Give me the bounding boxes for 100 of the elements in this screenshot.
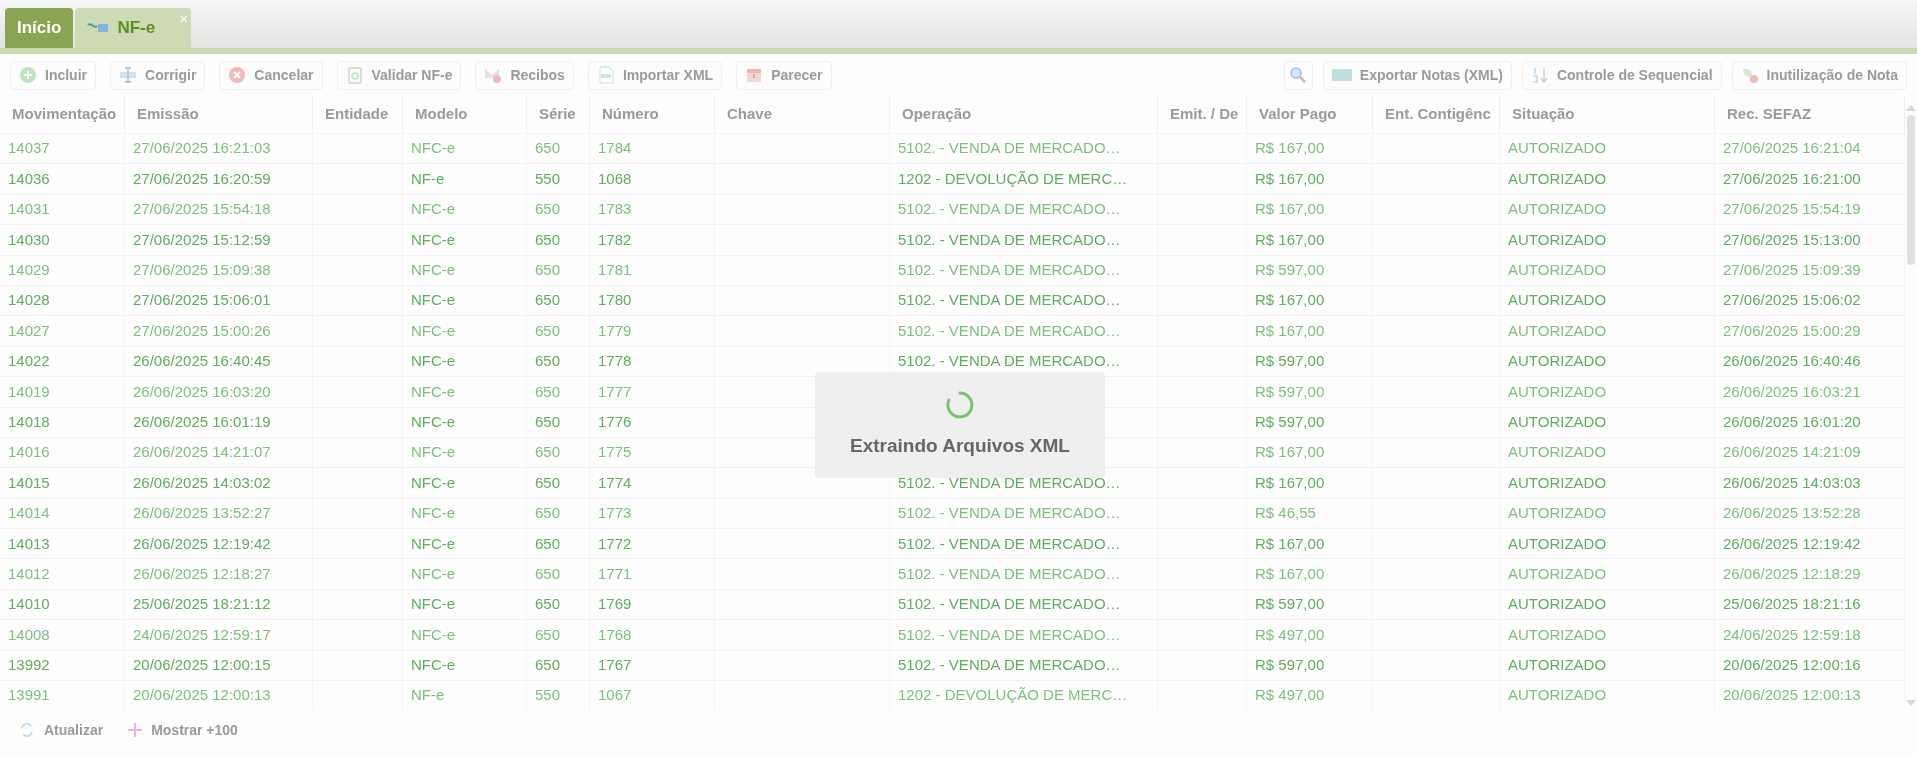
toolbar-button[interactable]: Incluir <box>10 60 96 90</box>
column-header[interactable]: Movimentação <box>0 96 125 133</box>
toolbar-button[interactable]: Cancelar <box>219 60 323 90</box>
table-cell-text: 14019 <box>8 381 50 402</box>
table-cell-text: 27/06/2025 16:21:00 <box>1723 168 1861 189</box>
table-cell-text: AUTORIZADO <box>1508 594 1607 615</box>
column-header[interactable]: Rec. SEFAZ <box>1715 96 1905 133</box>
column-header[interactable]: Valor Pago <box>1247 96 1373 133</box>
column-header[interactable]: Operação <box>890 96 1158 133</box>
close-tab-button[interactable]: × <box>179 8 189 31</box>
table-cell-text: 27/06/2025 16:20:59 <box>133 168 271 189</box>
table-cell-text: 5102. - VENDA DE MERCADO… <box>898 533 1121 554</box>
footer-button[interactable]: Atualizar <box>18 719 104 741</box>
table-cell-text: 1068 <box>598 168 632 189</box>
table-cell-text: NFC-e <box>411 229 456 250</box>
table-cell-text: 1768 <box>598 624 632 645</box>
table-cell-text: 1784 <box>598 138 632 159</box>
toolbar-button[interactable]: Exportar Notas (XML) <box>1322 60 1512 90</box>
column-header[interactable]: Chave <box>715 96 890 133</box>
table-cell-text: 5102. - VENDA DE MERCADO… <box>898 472 1121 493</box>
table-cell-text: 5102. - VENDA DE MERCADO… <box>898 138 1121 159</box>
table-cell-text: 14013 <box>8 533 50 554</box>
table-cell-text: 5102. - VENDA DE MERCADO… <box>898 503 1121 524</box>
table-cell-text: AUTORIZADO <box>1508 290 1607 311</box>
table-cell-text: AUTORIZADO <box>1508 685 1607 706</box>
tab[interactable]: Início <box>5 8 74 48</box>
table-cell-text: 20/06/2025 12:00:13 <box>133 685 271 706</box>
column-header[interactable]: Entidade <box>313 96 403 133</box>
loading-message: Extraindo Arquivos XML <box>850 433 1070 458</box>
table-cell-text: NFC-e <box>411 138 456 159</box>
table-cell-text: 25/06/2025 18:21:16 <box>1723 594 1861 615</box>
table-cell-text: 26/06/2025 16:03:21 <box>1723 381 1861 402</box>
toolbar-button[interactable]: Corrigir <box>110 60 206 90</box>
toolbar-button[interactable]: Parecer <box>736 60 832 90</box>
table-cell-text: 1767 <box>598 655 632 676</box>
table-cell-text: 650 <box>535 503 561 524</box>
footer-button[interactable]: Mostrar +100 <box>127 719 238 741</box>
table-cell-text: NFC-e <box>411 290 456 311</box>
toolbar-button[interactable]: Validar NF-e <box>336 60 462 90</box>
table-cell-text: 14037 <box>8 138 50 159</box>
toolbar-button[interactable]: Importar XML <box>587 60 723 90</box>
table-cell-text: 20/06/2025 12:00:15 <box>133 655 271 676</box>
tab[interactable]: NF-e × <box>75 8 192 48</box>
table-cell-text: 1779 <box>598 320 632 341</box>
table-cell-text: R$ 597,00 <box>1255 351 1325 372</box>
table-cell-text: 650 <box>535 260 561 280</box>
table-cell-text: 14010 <box>8 594 50 615</box>
table-cell-text: 5102. - VENDA DE MERCADO… <box>898 320 1121 341</box>
table-cell-text: 14030 <box>8 229 50 250</box>
toolbar-button[interactable]: Recibos <box>475 60 574 90</box>
column-header[interactable]: Ent. Contigênc <box>1373 96 1500 133</box>
toolbar-button[interactable]: Controle de Sequencial <box>1521 60 1722 90</box>
toolbar-button[interactable]: Inutilização de Nota <box>1731 60 1907 90</box>
table-cell-text: 27/06/2025 15:06:01 <box>133 290 271 311</box>
table-cell-text: 26/06/2025 14:03:02 <box>133 472 271 493</box>
table-cell-text: 27/06/2025 15:54:19 <box>1723 199 1861 220</box>
table-cell-text: 650 <box>535 563 561 584</box>
table-cell-text: 14014 <box>8 503 50 524</box>
table-cell-text: 26/06/2025 16:03:20 <box>133 381 271 402</box>
table-cell-text: AUTORIZADO <box>1508 138 1607 159</box>
table-cell-text: 1775 <box>598 442 632 463</box>
table-cell-text: NFC-e <box>411 320 456 341</box>
table-cell-text: R$ 167,00 <box>1255 472 1325 493</box>
table-cell-text: 27/06/2025 15:54:18 <box>133 199 271 220</box>
table-cell-text: 1771 <box>598 563 632 584</box>
table-cell-text: AUTORIZADO <box>1508 199 1607 220</box>
table-cell-text: AUTORIZADO <box>1508 411 1607 432</box>
column-header[interactable]: Número <box>590 96 715 133</box>
column-header[interactable]: Situação <box>1500 96 1715 133</box>
table-cell-text: AUTORIZADO <box>1508 381 1607 402</box>
table-cell-text: R$ 167,00 <box>1255 229 1325 250</box>
table-cell-text: 14012 <box>8 563 50 584</box>
table-cell-text: 14031 <box>8 199 50 220</box>
table-cell-text: R$ 167,00 <box>1255 199 1325 220</box>
table-cell-text: 27/06/2025 15:00:29 <box>1723 320 1861 341</box>
table-cell-text: 14027 <box>8 320 50 341</box>
table-cell-text: 650 <box>535 290 561 311</box>
table-cell-text: 14016 <box>8 442 50 463</box>
column-header[interactable]: Série <box>527 96 590 133</box>
table-cell-text: AUTORIZADO <box>1508 503 1607 524</box>
table-cell-text: 5102. - VENDA DE MERCADO… <box>898 563 1121 584</box>
column-header[interactable]: Emit. / De <box>1158 96 1247 133</box>
column-header[interactable]: Emissão <box>125 96 313 133</box>
column-header[interactable]: Modelo <box>403 96 527 133</box>
table-cell-text: 5102. - VENDA DE MERCADO… <box>898 260 1121 280</box>
table-cell-text: 5102. - VENDA DE MERCADO… <box>898 351 1121 372</box>
table-cell-text: 650 <box>535 411 561 432</box>
table-cell-text: R$ 597,00 <box>1255 594 1325 615</box>
table-cell-text: R$ 597,00 <box>1255 260 1325 280</box>
table-cell-text: 27/06/2025 15:13:00 <box>1723 229 1861 250</box>
table-cell-text: 650 <box>535 472 561 493</box>
table-cell-text: R$ 46,55 <box>1255 503 1316 524</box>
table-cell-text: 14036 <box>8 168 50 189</box>
table-cell-text: 1773 <box>598 503 632 524</box>
table-cell-text: R$ 497,00 <box>1255 685 1325 706</box>
table-cell-text: 27/06/2025 15:09:39 <box>1723 260 1861 280</box>
table-cell-text: 1776 <box>598 411 632 432</box>
table-cell-text: 26/06/2025 14:21:07 <box>133 442 271 463</box>
table-cell-text: 14018 <box>8 411 50 432</box>
table-cell-text: 20/06/2025 12:00:13 <box>1723 685 1861 706</box>
